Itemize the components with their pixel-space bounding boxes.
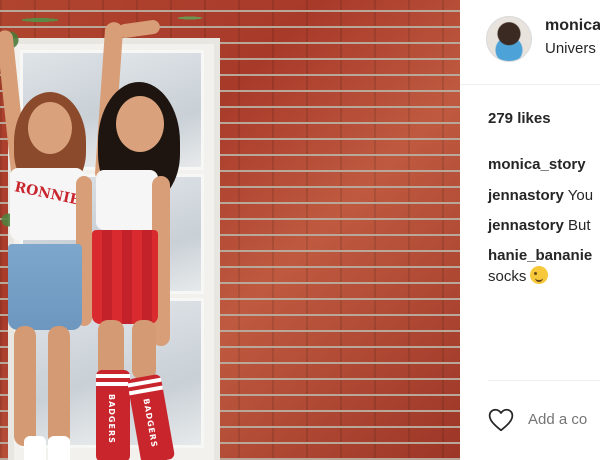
location-link[interactable]: Univers <box>545 40 596 57</box>
add-comment-input[interactable] <box>528 411 600 428</box>
winking-face-icon <box>530 266 549 284</box>
sock <box>48 436 70 460</box>
sock-stripe <box>96 374 130 378</box>
comment-continuation: socks <box>488 266 549 286</box>
comment-username[interactable]: jennastory <box>488 217 564 234</box>
likes-count[interactable]: 279 likes <box>488 110 551 127</box>
heart-icon[interactable] <box>488 408 514 432</box>
sock <box>24 436 46 460</box>
comment-username[interactable]: jennastory <box>488 187 564 204</box>
post-photo[interactable]: RONNIE BADGERS BADGERS <box>0 0 460 460</box>
leg <box>132 320 156 380</box>
sock-text: BADGERS <box>141 397 159 449</box>
sock-stripe <box>96 382 130 386</box>
leg <box>14 326 36 446</box>
comment-username[interactable]: hanie_bananie <box>488 247 592 264</box>
face <box>28 102 72 154</box>
comment: monica_story <box>488 155 586 174</box>
comment: hanie_bananie <box>488 246 592 265</box>
username-link[interactable]: monica <box>545 17 600 35</box>
post-header: monica Univers <box>460 0 600 85</box>
comment-text: But <box>568 217 591 234</box>
sock-text: BADGERS <box>107 394 116 444</box>
sock-stripe <box>128 385 164 396</box>
post-sidebar: monica Univers 279 likes monica_story je… <box>460 0 600 460</box>
comment-text: You <box>567 187 594 204</box>
divider <box>488 380 600 381</box>
comment: jennastory But <box>488 216 591 235</box>
denim-skirt <box>8 244 82 330</box>
leg <box>48 326 70 446</box>
avatar[interactable] <box>486 16 532 62</box>
sock: BADGERS <box>96 370 130 460</box>
crop-top <box>96 170 158 230</box>
comment-username[interactable]: monica_story <box>488 156 586 173</box>
red-skirt <box>92 230 158 324</box>
comment: jennastory You <box>488 186 593 205</box>
face <box>116 96 164 152</box>
comment-text: socks <box>488 268 527 285</box>
